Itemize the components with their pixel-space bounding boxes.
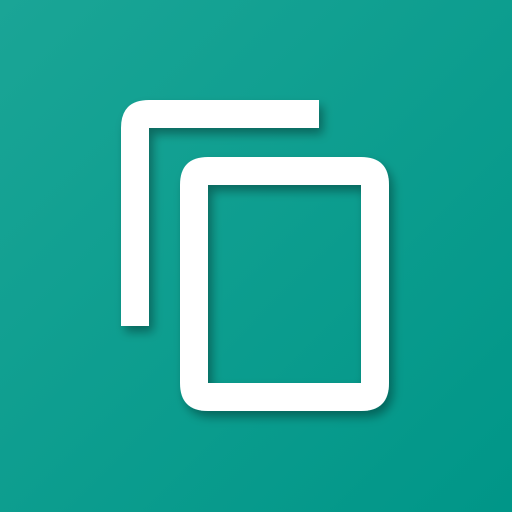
copy-icon	[0, 0, 512, 512]
icon-background	[0, 0, 512, 512]
app-icon-tile[interactable]	[0, 0, 512, 512]
